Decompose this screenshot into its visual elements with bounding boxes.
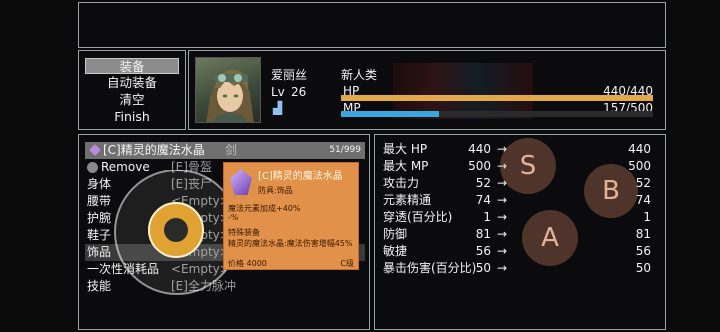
param-current: 440 <box>468 142 491 156</box>
crystal-icon <box>230 169 252 195</box>
param-new: 440 <box>628 142 651 156</box>
item-tooltip: [C]精灵的魔法水晶 防具:饰品 魔法元素加成+40% -% 特殊装备 精灵的魔… <box>223 162 359 270</box>
param-new: 56 <box>635 244 651 258</box>
param-current: 74 <box>475 193 491 207</box>
arrow-icon: → <box>497 227 508 241</box>
param-current: 81 <box>475 227 491 241</box>
help-window <box>78 2 666 48</box>
param-label: 元素精通 <box>383 193 432 207</box>
arrow-icon: → <box>497 210 508 224</box>
param-current: 52 <box>475 176 491 190</box>
param-new: 50 <box>635 261 651 275</box>
state-icon: ▟ <box>273 101 283 115</box>
command-clear[interactable]: 清空 <box>85 92 179 108</box>
crystal-icon <box>89 144 101 156</box>
param-label: 穿透(百分比) <box>383 210 453 224</box>
selected-item-name: [C]精灵的魔法水晶 <box>103 143 205 157</box>
tooltip-section: 特殊装备 <box>228 228 260 237</box>
param-row: 敏捷 56 → 56 <box>383 243 659 260</box>
tooltip-type: 防具:饰品 <box>258 186 293 195</box>
tooltip-description: 精灵的魔法水晶:魔法伤害增幅45% <box>228 239 353 248</box>
command-equip[interactable]: 装备 <box>85 58 179 74</box>
level-value: 26 <box>291 85 307 99</box>
selected-item-quantity: 51/999 <box>329 145 361 155</box>
virtual-a-button[interactable]: A <box>522 210 578 266</box>
param-label: 最大 MP <box>383 159 429 173</box>
param-label: 攻击力 <box>383 176 420 190</box>
slot-label: 鞋子 <box>87 228 112 242</box>
param-new: 74 <box>635 193 651 207</box>
arrow-icon: → <box>497 244 508 258</box>
virtual-b-button[interactable]: B <box>584 164 638 218</box>
character-portrait <box>195 57 261 123</box>
level-label: Lv <box>271 85 285 99</box>
slot-label: 饰品 <box>87 245 112 259</box>
character-name: 爱丽丝 <box>271 68 308 82</box>
param-current: 500 <box>468 159 491 173</box>
slot-label: 腰带 <box>87 194 112 208</box>
virtual-s-button[interactable]: S <box>500 138 556 194</box>
arrow-icon: → <box>497 193 508 207</box>
tooltip-rank: C级 <box>340 259 354 268</box>
command-window: 装备 自动装备 清空 Finish <box>78 50 186 130</box>
param-new: 500 <box>628 159 651 173</box>
param-new: 81 <box>635 227 651 241</box>
command-auto-equip[interactable]: 自动装备 <box>85 75 179 91</box>
param-row: 暴击伤害(百分比) 50 → 50 <box>383 260 659 277</box>
arrow-icon: → <box>497 261 508 275</box>
mp-gauge <box>341 111 653 117</box>
param-label: 防御 <box>383 227 408 241</box>
slot-equipped: 剑 <box>225 143 238 157</box>
status-window: 爱丽丝 新人类 Lv 26 ▟ HP 440/440 MP 157/500 <box>188 50 666 130</box>
slot-label: 护腕 <box>87 211 112 225</box>
param-current: 56 <box>475 244 491 258</box>
slot-label: 技能 <box>87 279 112 293</box>
param-current: 50 <box>475 261 491 275</box>
param-row: 防御 81 → 81 <box>383 226 659 243</box>
tooltip-stat: -% <box>228 213 239 222</box>
character-class: 新人类 <box>341 68 378 82</box>
param-label: 最大 HP <box>383 142 428 156</box>
mp-gauge-fill <box>341 111 439 117</box>
param-new: 52 <box>635 176 651 190</box>
slot-label: 身体 <box>87 177 112 191</box>
tooltip-price: 价格 4000 <box>228 259 267 268</box>
command-finish[interactable]: Finish <box>85 109 179 125</box>
param-label: 敏捷 <box>383 244 408 258</box>
tooltip-title: [C]精灵的魔法水晶 <box>258 171 343 182</box>
param-current: 1 <box>483 210 491 224</box>
param-new: 1 <box>643 210 651 224</box>
remove-icon <box>87 162 98 173</box>
